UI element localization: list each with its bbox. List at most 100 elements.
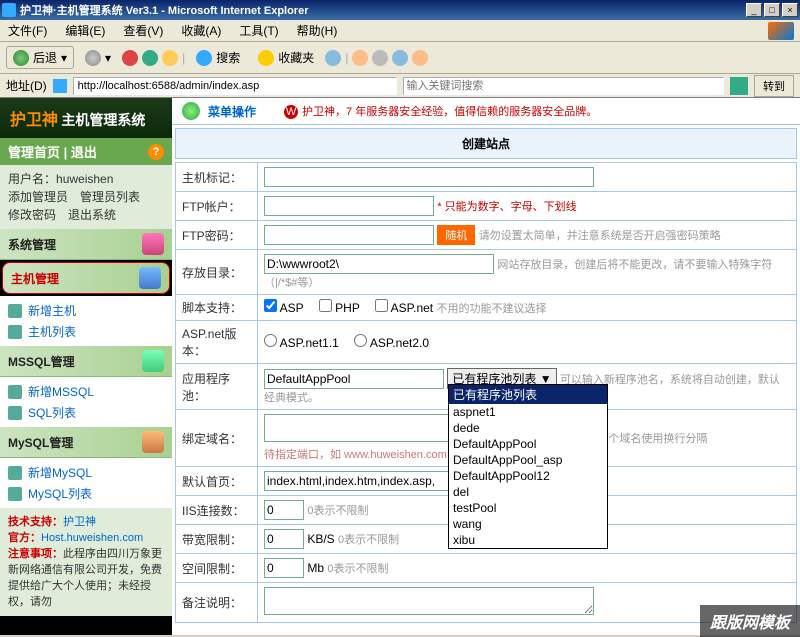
db-icon [142, 350, 164, 372]
star-icon [258, 50, 274, 66]
add-admin-link[interactable]: 添加管理员 [8, 190, 68, 204]
aspnet-checkbox[interactable] [375, 299, 388, 312]
add-icon [8, 466, 22, 480]
home-button[interactable] [162, 50, 178, 66]
admin-home-link[interactable]: 管理首页 | 退出 [8, 142, 97, 161]
print-button[interactable] [372, 50, 388, 66]
sidebar-item-host-list[interactable]: 主机列表 [8, 321, 164, 342]
dropdown-option[interactable]: DefaultAppPool [449, 436, 607, 452]
label-dir: 存放目录： [176, 250, 258, 295]
edit-button[interactable] [392, 50, 408, 66]
aspnet20-radio[interactable] [354, 334, 367, 347]
dropdown-option[interactable]: dede [449, 420, 607, 436]
menu-view[interactable]: 查看(V) [123, 22, 163, 39]
gear-icon [142, 233, 164, 255]
cat-system[interactable]: 系统管理 [0, 229, 172, 260]
label-note: 备注说明： [176, 583, 258, 623]
random-pw-button[interactable]: 随机 [437, 225, 475, 245]
aspnet11-radio[interactable] [264, 334, 277, 347]
forward-icon [85, 50, 101, 66]
ftp-user-input[interactable] [264, 196, 434, 216]
asp-checkbox[interactable] [264, 299, 277, 312]
window-title: 护卫神·主机管理系统 Ver3.1 - Microsoft Internet E… [16, 2, 746, 18]
sidebar-item-add-mssql[interactable]: 新增MSSQL [8, 381, 164, 402]
keyword-search-input[interactable] [403, 77, 724, 95]
sidebar-header: 管理首页 | 退出 ? [0, 138, 172, 165]
page-icon [53, 79, 67, 93]
logout-link[interactable]: 退出系统 [68, 208, 116, 222]
cat-mssql[interactable]: MSSQL管理 [0, 346, 172, 377]
label-ftpu: FTP帐户： [176, 192, 258, 221]
menu-help[interactable]: 帮助(H) [297, 22, 338, 39]
search-button[interactable]: 搜索 [189, 46, 247, 69]
label-aspv: ASP.net版本： [176, 321, 258, 364]
create-site-form: 主机标记： FTP帐户： * 只能为数字、字母、下划线 FTP密码： 随机 请勿… [175, 162, 797, 623]
form-title: 创建站点 [175, 128, 797, 159]
minimize-button[interactable]: _ [746, 3, 762, 17]
sidebar-item-mysql-list[interactable]: MySQL列表 [8, 483, 164, 504]
go-button[interactable]: 转到 [754, 75, 794, 97]
space-input[interactable] [264, 558, 304, 578]
app-pool-dropdown[interactable]: 已有程序池列表 aspnet1 dede DefaultAppPool Defa… [448, 384, 608, 549]
bandwidth-input[interactable] [264, 529, 304, 549]
close-button[interactable]: × [782, 3, 798, 17]
sidebar-item-add-mysql[interactable]: 新增MySQL [8, 462, 164, 483]
help-icon[interactable]: ? [148, 144, 164, 160]
address-input[interactable] [73, 77, 398, 95]
cat-mysql[interactable]: MySQL管理 [0, 427, 172, 458]
maximize-button[interactable]: □ [764, 3, 780, 17]
label-iis: IIS连接数： [176, 496, 258, 525]
dropdown-option[interactable]: DefaultAppPool12 [449, 468, 607, 484]
note-input[interactable] [264, 587, 594, 615]
dropdown-option[interactable]: del [449, 484, 607, 500]
search-icon [196, 50, 212, 66]
discuss-button[interactable] [412, 50, 428, 66]
list-icon [8, 325, 22, 339]
list-icon [8, 487, 22, 501]
mysql-icon [142, 431, 164, 453]
label-sp: 空间限制： [176, 554, 258, 583]
change-pw-link[interactable]: 修改密码 [8, 208, 56, 222]
brand-badge-icon: W [284, 105, 298, 119]
dropdown-option[interactable]: testPool [449, 500, 607, 516]
refresh-button[interactable] [142, 50, 158, 66]
user-panel: 用户名：huweishen 添加管理员 管理员列表 修改密码 退出系统 [0, 165, 172, 229]
iis-conn-input[interactable] [264, 500, 304, 520]
brand-slogan: W护卫神，7 年服务器安全经验，值得信赖的服务器安全品牌。 [284, 103, 597, 119]
app-pool-input[interactable] [264, 369, 444, 389]
search-go-icon[interactable] [730, 77, 748, 95]
sidebar-item-sql-list[interactable]: SQL列表 [8, 402, 164, 423]
host-icon [139, 267, 161, 289]
stop-button[interactable] [122, 50, 138, 66]
dropdown-option[interactable]: xibu [449, 532, 607, 548]
back-icon [13, 50, 29, 66]
mail-button[interactable] [352, 50, 368, 66]
ftp-pass-input[interactable] [264, 225, 434, 245]
ie-icon [2, 3, 16, 17]
menu-op-icon [182, 102, 200, 120]
dropdown-option[interactable]: wang [449, 516, 607, 532]
favorites-button[interactable]: 收藏夹 [251, 46, 321, 69]
back-button[interactable]: 后退▾ [6, 46, 74, 69]
php-checkbox[interactable] [319, 299, 332, 312]
dropdown-option[interactable]: DefaultAppPool_asp [449, 452, 607, 468]
forward-button[interactable]: ▾ [78, 47, 118, 69]
cat-host[interactable]: 主机管理 [2, 262, 170, 294]
dropdown-option[interactable]: aspnet1 [449, 404, 607, 420]
menu-fav[interactable]: 收藏(A) [181, 22, 221, 39]
menu-edit[interactable]: 编辑(E) [65, 22, 105, 39]
watermark: 跟版网模板 [700, 605, 800, 637]
address-label: 地址(D) [6, 77, 47, 94]
label-bw: 带宽限制： [176, 525, 258, 554]
menu-file[interactable]: 文件(F) [8, 22, 47, 39]
dropdown-option[interactable]: 已有程序池列表 [449, 385, 607, 404]
label-pool: 应用程序池： [176, 364, 258, 410]
history-button[interactable] [325, 50, 341, 66]
menu-tools[interactable]: 工具(T) [239, 22, 278, 39]
menu-op-label[interactable]: 菜单操作 [208, 103, 256, 120]
windows-logo-icon [768, 22, 794, 40]
host-input[interactable] [264, 167, 594, 187]
sidebar-item-add-host[interactable]: 新增主机 [8, 300, 164, 321]
dir-input[interactable] [264, 254, 494, 274]
admin-list-link[interactable]: 管理员列表 [80, 190, 140, 204]
